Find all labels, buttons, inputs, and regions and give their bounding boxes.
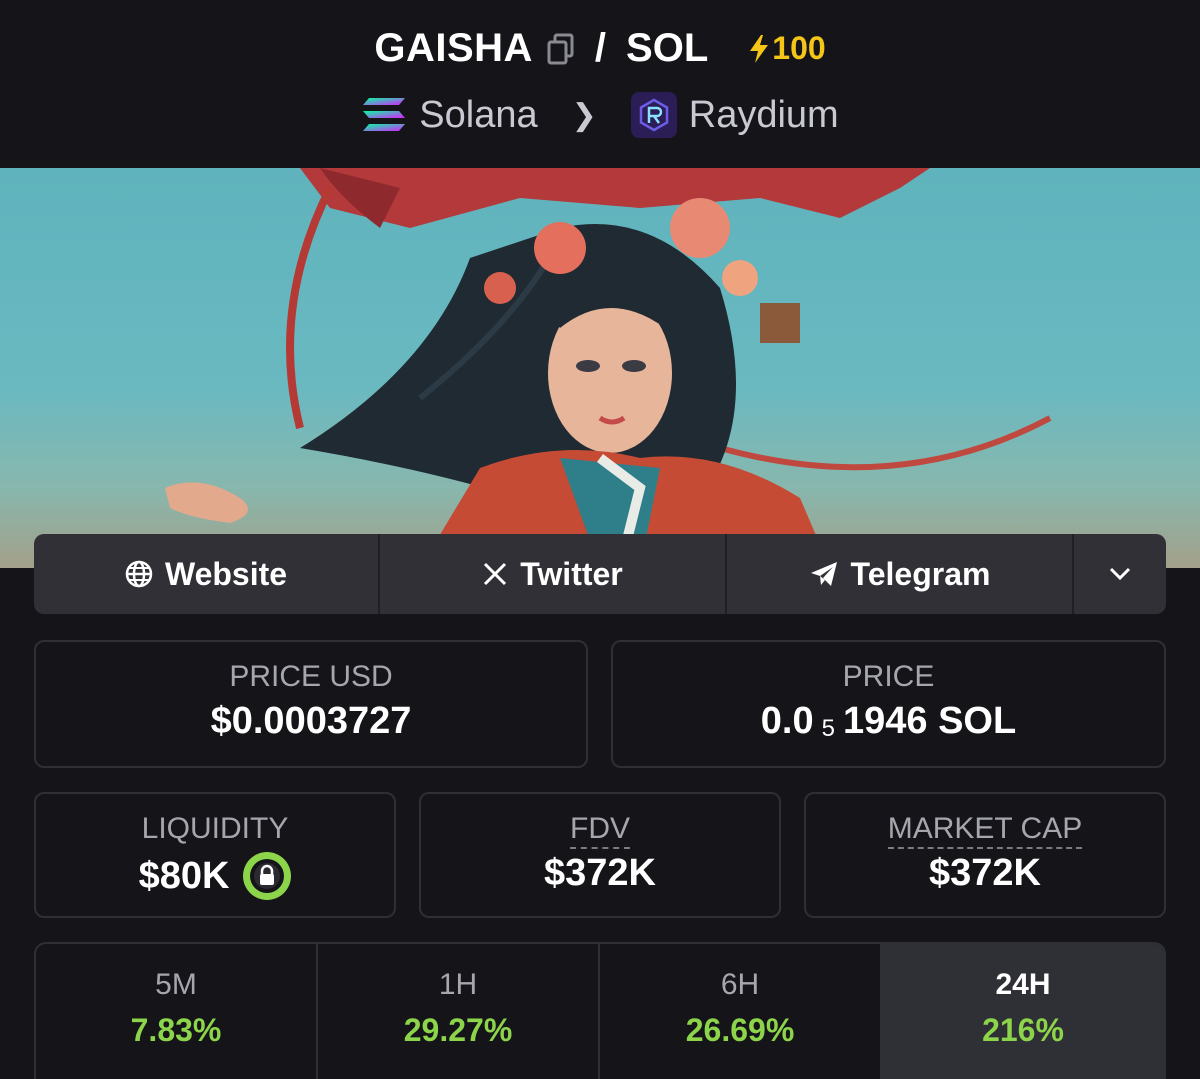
- price-sol-label: PRICE: [842, 660, 935, 693]
- chain-name[interactable]: Solana: [419, 94, 537, 137]
- website-label: Website: [164, 555, 288, 592]
- pair-header: GAISHA / SOL 100 Solana ❯ Raydium: [0, 0, 1200, 168]
- tab-5m[interactable]: 5M 7.83%: [36, 944, 318, 1079]
- tab-label: 5M: [155, 968, 197, 1001]
- price-change-value: 216%: [982, 1012, 1064, 1048]
- price-usd-value: $0.0003727: [210, 700, 412, 742]
- fdv-label-wrap[interactable]: FDV: [421, 812, 779, 849]
- price-sol-prefix: 0.0: [760, 700, 814, 742]
- market-cap-value: $372K: [929, 852, 1041, 894]
- more-links-button[interactable]: [1074, 534, 1166, 614]
- boost-badge[interactable]: 100: [746, 30, 826, 67]
- price-sol-digits: 1946 SOL: [842, 700, 1017, 742]
- globe-icon: [125, 560, 153, 588]
- price-change-value: 26.69%: [685, 1012, 795, 1048]
- twitter-label: Twitter: [520, 555, 623, 592]
- price-change-value: 7.83%: [130, 1012, 222, 1048]
- telegram-icon: [810, 562, 837, 586]
- tab-label: 1H: [438, 968, 478, 1001]
- dex-name[interactable]: Raydium: [689, 94, 839, 137]
- liquidity-label: LIQUIDITY: [141, 812, 289, 845]
- twitter-link[interactable]: Twitter: [380, 534, 727, 614]
- price-sol-card: PRICE 0.0 5 1946 SOL: [611, 640, 1166, 768]
- market-cap-label-wrap[interactable]: MARKET CAP: [806, 812, 1164, 849]
- chevron-right-icon: ❯: [571, 98, 597, 132]
- liquidity-card: LIQUIDITY $80K: [34, 792, 396, 918]
- solana-logo: [361, 96, 407, 134]
- social-links-bar: Website Twitter Telegram: [34, 534, 1166, 614]
- lightning-icon: [750, 34, 769, 63]
- token-banner-image: [0, 168, 1200, 568]
- fdv-label: FDV: [570, 812, 630, 849]
- price-sol-value: 0.0 5 1946 SOL: [613, 700, 1164, 743]
- price-usd-label: PRICE USD: [229, 660, 393, 693]
- pair-separator: /: [594, 26, 607, 70]
- price-usd-card: PRICE USD $0.0003727: [34, 640, 588, 768]
- liquidity-value: $80K: [138, 854, 230, 897]
- pair-title: GAISHA / SOL 100: [0, 26, 1200, 71]
- copy-icon[interactable]: [547, 33, 575, 65]
- tab-label: 24H: [995, 968, 1051, 1001]
- price-sol-zero-count: 5: [821, 714, 835, 742]
- base-token-symbol: GAISHA: [374, 26, 533, 70]
- fdv-value: $372K: [544, 852, 656, 894]
- x-logo-icon: [484, 562, 507, 586]
- market-cap-card: MARKET CAP $372K: [804, 792, 1166, 918]
- raydium-logo: [630, 92, 677, 138]
- fdv-card: FDV $372K: [419, 792, 781, 918]
- tab-6h[interactable]: 6H 26.69%: [600, 944, 882, 1079]
- market-cap-label: MARKET CAP: [887, 812, 1083, 849]
- telegram-label: Telegram: [850, 555, 991, 592]
- tab-1h[interactable]: 1H 29.27%: [318, 944, 600, 1079]
- website-link[interactable]: Website: [34, 534, 380, 614]
- chevron-down-icon: [1109, 567, 1131, 581]
- telegram-link[interactable]: Telegram: [727, 534, 1074, 614]
- boost-count: 100: [772, 30, 826, 66]
- tab-label: 6H: [720, 968, 760, 1001]
- price-change-value: 29.27%: [403, 1012, 513, 1048]
- tab-24h[interactable]: 24H 216%: [882, 944, 1164, 1079]
- quote-token-symbol: SOL: [626, 26, 709, 70]
- lock-icon[interactable]: [243, 852, 292, 900]
- liquidity-value-row: $80K: [36, 852, 394, 900]
- chain-breadcrumb: Solana ❯ Raydium: [0, 92, 1200, 138]
- timeframe-tabs: 5M 7.83% 1H 29.27% 6H 26.69% 24H 216%: [34, 942, 1166, 1079]
